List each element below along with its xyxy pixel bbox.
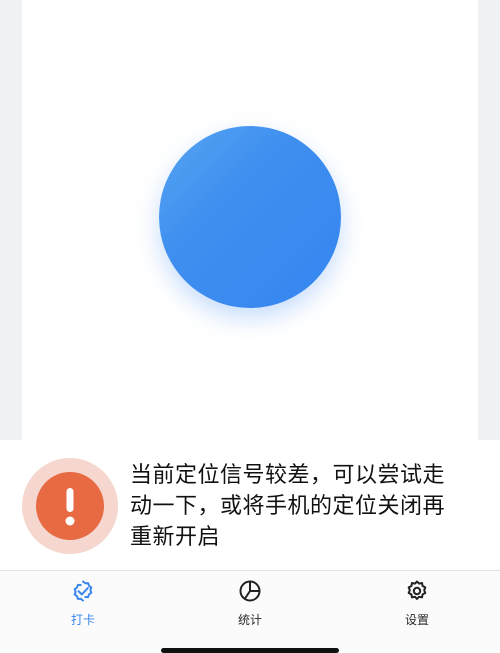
check-badge-icon (71, 579, 95, 603)
tab-bar: 打卡 统计 设置 (0, 571, 500, 653)
tab-punch-label: 打卡 (70, 613, 95, 627)
tab-punch[interactable]: 打卡 (23, 571, 143, 641)
location-warning-message: 当前定位信号较差，可以尝试走动一下，或将手机的定位关闭再重新开启 (130, 463, 446, 550)
pie-chart-icon (238, 579, 262, 603)
tab-settings-label: 设置 (404, 613, 429, 627)
tab-settings[interactable]: 设置 (357, 571, 477, 641)
exclamation-icon (36, 472, 104, 540)
punch-button[interactable] (159, 126, 341, 308)
punch-card (22, 0, 478, 440)
attendance-screen: 当前定位信号较差，可以尝试走动一下，或将手机的定位关闭再重新开启 打卡 统计 设… (0, 0, 500, 653)
gear-icon (405, 579, 429, 603)
warning-badge (22, 458, 118, 554)
tab-statistics[interactable]: 统计 (190, 571, 310, 641)
tab-statistics-label: 统计 (237, 613, 262, 627)
home-indicator[interactable] (161, 648, 339, 653)
